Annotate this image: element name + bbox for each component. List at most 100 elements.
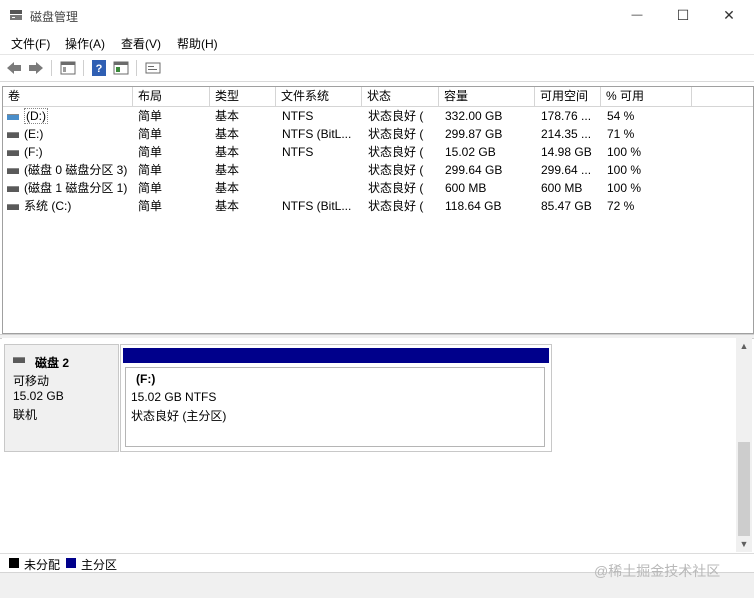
table-row[interactable]: (磁盘 0 磁盘分区 3) 简单 基本 状态良好 ( 299.64 GB 299… (3, 161, 753, 179)
cell-filesystem: NTFS (282, 145, 314, 159)
cell-status: 状态良好 ( (368, 199, 424, 213)
table-row[interactable]: (F:) 简单 基本 NTFS 状态良好 ( 15.02 GB 14.98 GB… (3, 143, 753, 161)
table-row[interactable]: (磁盘 1 磁盘分区 1) 简单 基本 状态良好 ( 600 MB 600 MB… (3, 179, 753, 197)
toolbar-separator (136, 60, 137, 76)
volume-icon (7, 167, 19, 174)
cell-percent-free: 54 % (607, 109, 635, 123)
vertical-scrollbar[interactable]: ▲ ▼ (736, 338, 752, 552)
cell-type: 基本 (215, 145, 240, 159)
volume-name: (D:) (24, 108, 48, 124)
volume-name: (磁盘 1 磁盘分区 1) (24, 181, 128, 195)
minimize-button[interactable]: — (614, 0, 660, 30)
volume-list: 卷 布局 类型 文件系统 状态 容量 可用空间 % 可用 (D:) 简单 基本 … (2, 86, 754, 334)
close-button[interactable]: ✕ (706, 0, 752, 30)
cell-layout: 简单 (138, 181, 163, 195)
close-icon: ✕ (723, 6, 735, 23)
settings-icon[interactable] (144, 59, 162, 77)
toolbar-separator (83, 60, 84, 76)
cell-type: 基本 (215, 181, 240, 195)
cell-capacity: 15.02 GB (445, 145, 496, 159)
volume-name: (E:) (24, 127, 44, 141)
menu-bar: 文件(F) 操作(A) 查看(V) 帮助(H) (0, 32, 754, 55)
partition-block[interactable]: (F:) 15.02 GB NTFS 状态良好 (主分区) (120, 344, 552, 452)
volume-name: 系统 (C:) (24, 199, 72, 213)
partition-label: (F:) (136, 372, 156, 386)
cell-free-space: 14.98 GB (541, 145, 592, 159)
cell-layout: 简单 (138, 145, 163, 159)
disk-size: 15.02 GB (13, 389, 64, 403)
cell-type: 基本 (215, 127, 240, 141)
menu-help[interactable]: 帮助(H) (177, 35, 218, 52)
table-row[interactable]: 系统 (C:) 简单 基本 NTFS (BitL... 状态良好 ( 118.6… (3, 197, 753, 215)
maximize-icon: ☐ (676, 6, 690, 23)
col-header-layout[interactable]: 布局 (133, 87, 210, 106)
col-header-percent-free[interactable]: % 可用 (601, 87, 692, 106)
cell-percent-free: 100 % (607, 163, 642, 177)
legend-primary-swatch (66, 558, 76, 568)
toolbar: ? (0, 55, 754, 82)
minimize-icon: — (631, 9, 643, 21)
watermark: @稀土掘金技术社区 (594, 563, 721, 579)
cell-filesystem (282, 161, 360, 179)
volume-name: (F:) (24, 145, 43, 159)
cell-capacity: 299.87 GB (445, 127, 503, 141)
cell-status: 状态良好 ( (368, 127, 424, 141)
volume-icon (7, 113, 19, 120)
partition-type-bar (123, 348, 549, 363)
volume-icon (7, 203, 19, 210)
toolbar-separator (51, 60, 52, 76)
properties-icon[interactable] (59, 59, 77, 77)
window-title: 磁盘管理 (30, 10, 79, 24)
console-icon[interactable] (112, 59, 130, 77)
cell-layout: 简单 (138, 127, 163, 141)
cell-type: 基本 (215, 109, 240, 123)
disk-management-app-icon (10, 10, 22, 20)
col-header-status[interactable]: 状态 (362, 87, 439, 106)
scrollbar-thumb[interactable] (738, 442, 750, 536)
cell-layout: 简单 (138, 199, 163, 213)
cell-free-space: 214.35 ... (541, 127, 592, 141)
cell-filesystem: NTFS (BitL... (282, 127, 352, 141)
list-header: 卷 布局 类型 文件系统 状态 容量 可用空间 % 可用 (3, 87, 753, 107)
back-arrow-icon[interactable] (5, 59, 23, 77)
legend-primary-label: 主分区 (81, 558, 118, 572)
scroll-down-arrow-icon[interactable]: ▼ (736, 536, 752, 552)
volume-icon (7, 131, 19, 138)
help-icon[interactable]: ? (90, 59, 108, 77)
disk-state: 联机 (13, 408, 38, 422)
menu-file[interactable]: 文件(F) (11, 35, 50, 52)
cell-type: 基本 (215, 163, 240, 177)
col-header-type[interactable]: 类型 (210, 87, 276, 106)
cell-capacity: 299.64 GB (445, 163, 503, 177)
col-header-filesystem[interactable]: 文件系统 (276, 87, 362, 106)
legend-unallocated-swatch (9, 558, 19, 568)
cell-percent-free: 100 % (607, 145, 642, 159)
cell-free-space: 178.76 ... (541, 109, 592, 123)
svg-text:?: ? (96, 63, 103, 75)
title-bar: 磁盘管理 — ☐ ✕ (0, 0, 754, 32)
cell-type: 基本 (215, 199, 240, 213)
disk-info-panel[interactable]: 磁盘 2 可移动 15.02 GB 联机 (4, 344, 119, 452)
cell-capacity: 332.00 GB (445, 109, 503, 123)
cell-status: 状态良好 ( (368, 181, 424, 195)
col-header-volume[interactable]: 卷 (3, 87, 133, 106)
table-row[interactable]: (D:) 简单 基本 NTFS 状态良好 ( 332.00 GB 178.76 … (3, 107, 753, 125)
maximize-button[interactable]: ☐ (660, 0, 706, 30)
col-header-free-space[interactable]: 可用空间 (535, 87, 601, 106)
partition-details[interactable]: (F:) 15.02 GB NTFS 状态良好 (主分区) (125, 367, 545, 447)
partition-status: 状态良好 (主分区) (131, 409, 227, 423)
partition-size-fs: 15.02 GB NTFS (131, 390, 217, 404)
cell-filesystem (282, 179, 360, 197)
scroll-up-arrow-icon[interactable]: ▲ (736, 338, 752, 354)
menu-action[interactable]: 操作(A) (65, 35, 105, 52)
col-header-capacity[interactable]: 容量 (439, 87, 535, 106)
cell-percent-free: 71 % (607, 127, 635, 141)
cell-status: 状态良好 ( (368, 163, 424, 177)
cell-percent-free: 100 % (607, 181, 642, 195)
cell-layout: 简单 (138, 163, 163, 177)
forward-arrow-icon[interactable] (27, 59, 45, 77)
cell-free-space: 85.47 GB (541, 199, 592, 213)
table-row[interactable]: (E:) 简单 基本 NTFS (BitL... 状态良好 ( 299.87 G… (3, 125, 753, 143)
menu-view[interactable]: 查看(V) (121, 35, 161, 52)
disk-name: 磁盘 2 (35, 356, 70, 370)
